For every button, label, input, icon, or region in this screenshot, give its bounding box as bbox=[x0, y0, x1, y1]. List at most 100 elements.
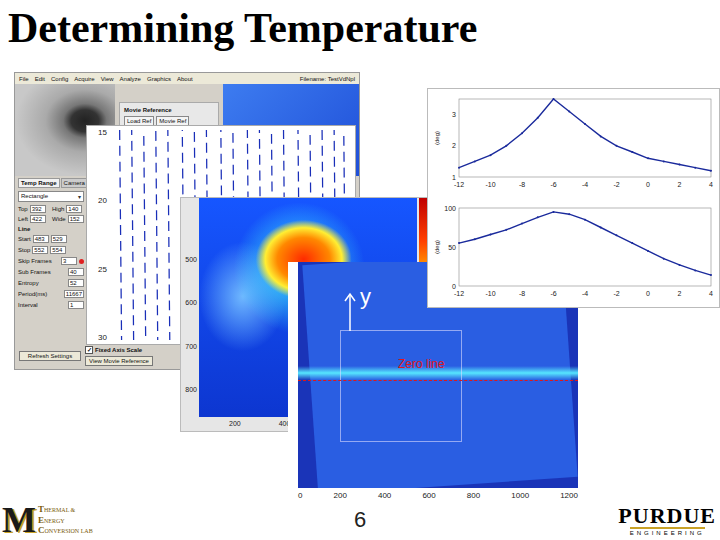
x-tick: -6 bbox=[550, 290, 556, 297]
profile-point bbox=[631, 151, 633, 153]
setting-field[interactable]: Interval1 bbox=[18, 301, 84, 309]
menu-item[interactable]: About bbox=[177, 76, 193, 82]
profile-point bbox=[599, 226, 601, 228]
menu-item[interactable]: Analyze bbox=[120, 76, 141, 82]
profile-point bbox=[536, 216, 538, 218]
profile-point bbox=[694, 269, 696, 271]
rect-field[interactable]: High140 bbox=[52, 205, 84, 213]
rect-field[interactable]: Top392 bbox=[18, 205, 50, 213]
profile-point bbox=[647, 249, 649, 251]
profile-point bbox=[662, 160, 664, 162]
profile-point bbox=[473, 238, 475, 240]
refresh-button[interactable]: Refresh Settings bbox=[19, 351, 81, 361]
x-tick: 1000 bbox=[511, 491, 529, 500]
slide: Determining Temperature File Edit Config Acq… bbox=[0, 0, 720, 540]
panel-tab[interactable]: Temp Range bbox=[18, 178, 60, 188]
y-tick: 700 bbox=[185, 343, 197, 350]
zero-line-label: Zero line bbox=[398, 358, 445, 370]
lab-logo: MTHERMAL &ENERGYCONVERSION LAB bbox=[2, 502, 93, 538]
line-field[interactable]: Start483529 bbox=[18, 235, 84, 243]
purdue-logo: PURDUEENGINEERING bbox=[618, 505, 716, 536]
x-tick: -2 bbox=[613, 290, 619, 297]
menu-item[interactable]: Graphics bbox=[147, 76, 171, 82]
menu-item[interactable]: Edit bbox=[35, 76, 45, 82]
x-tick: 2 bbox=[677, 181, 681, 188]
line-field[interactable]: Stop552554 bbox=[18, 246, 84, 254]
setting-field[interactable]: Sub Frames40 bbox=[18, 268, 84, 276]
fringe-line bbox=[168, 130, 170, 340]
setting-field[interactable]: Skip Frames3 bbox=[18, 257, 84, 265]
y-axis-label: (deg) bbox=[434, 130, 440, 144]
x-tick: 200 bbox=[334, 491, 347, 500]
profile-point bbox=[505, 144, 507, 146]
x-tick: -8 bbox=[518, 181, 524, 188]
profile-point bbox=[458, 166, 460, 168]
axis-label: y bbox=[360, 286, 371, 308]
profile-point bbox=[615, 234, 617, 236]
x-tick: 0 bbox=[298, 491, 302, 500]
menu-item[interactable]: File bbox=[19, 76, 29, 82]
fringe-line bbox=[156, 130, 158, 340]
y-tick: 3 bbox=[452, 111, 456, 118]
x-tick: -4 bbox=[581, 181, 587, 188]
slide-footer: MTHERMAL &ENERGYCONVERSION LAB 6 PURDUEENG… bbox=[0, 500, 720, 540]
profile-line bbox=[459, 211, 711, 274]
y-tick: 20 bbox=[98, 196, 107, 205]
lab-logo-text: ENERGY bbox=[38, 515, 93, 526]
menu-item[interactable]: Config bbox=[51, 76, 68, 82]
panel-tab[interactable]: Camera bbox=[61, 178, 87, 188]
profile-point bbox=[458, 242, 460, 244]
setting-field[interactable]: Period(ms)11667 bbox=[18, 290, 84, 298]
profile-point bbox=[568, 213, 570, 215]
lab-logo-text: CONVERSION LAB bbox=[38, 525, 93, 536]
view-movie-reference-button[interactable]: View Movie Reference bbox=[85, 356, 153, 366]
slide-title: Determining Temperature bbox=[0, 0, 720, 52]
fixed-axis-checkbox[interactable]: ✓Fixed Axis Scale bbox=[85, 346, 153, 354]
profile-point bbox=[568, 110, 570, 112]
y-tick: 500 bbox=[185, 256, 197, 263]
x-tick: 4 bbox=[709, 181, 713, 188]
profile-point bbox=[631, 242, 633, 244]
x-tick: 400 bbox=[378, 491, 391, 500]
profile-point bbox=[584, 218, 586, 220]
profile-point bbox=[489, 233, 491, 235]
y-tick: 25 bbox=[98, 265, 107, 274]
profile-point bbox=[694, 166, 696, 168]
menu-bar: File Edit Config Acquire View Analyze Graphics… bbox=[15, 73, 359, 84]
y-axis-label: (deg) bbox=[434, 239, 440, 253]
line-label: Line bbox=[18, 226, 84, 232]
profile-chart: (deg)100500-12-10-8-6-4-2024 bbox=[431, 200, 717, 306]
profile-point bbox=[710, 274, 712, 276]
profile-point bbox=[521, 222, 523, 224]
shape-select[interactable]: Rectangle▾ bbox=[18, 191, 84, 202]
profile-point bbox=[599, 135, 601, 137]
y-tick: 1 bbox=[452, 173, 456, 180]
y-tick: 600 bbox=[185, 299, 197, 306]
y-tick: 15 bbox=[98, 128, 107, 137]
profile-point bbox=[521, 132, 523, 134]
x-tick: -10 bbox=[485, 290, 495, 297]
roi-rectangle bbox=[340, 330, 462, 442]
menu-item[interactable]: View bbox=[101, 76, 114, 82]
profile-plots: (deg)321-12-10-8-6-4-2024(deg)100500-12-… bbox=[427, 88, 720, 308]
x-tick: 800 bbox=[467, 491, 480, 500]
x-tick: -10 bbox=[485, 181, 495, 188]
profile-line bbox=[459, 99, 711, 171]
menu-item[interactable]: Acquire bbox=[74, 76, 94, 82]
y-tick: 100 bbox=[444, 204, 456, 211]
x-tick: -12 bbox=[453, 290, 463, 297]
profile-point bbox=[552, 98, 554, 100]
profile-point bbox=[662, 257, 664, 259]
x-tick: 600 bbox=[422, 491, 435, 500]
y-tick: 800 bbox=[185, 386, 197, 393]
indicator-dot bbox=[79, 259, 84, 264]
purdue-sub: ENGINEERING bbox=[630, 527, 705, 536]
profile-point bbox=[710, 169, 712, 171]
page-number: 6 bbox=[354, 507, 366, 533]
setting-field[interactable]: Entropy52 bbox=[18, 279, 84, 287]
up-arrow-icon bbox=[343, 292, 357, 332]
movie-reference-label: Movie Reference bbox=[124, 107, 214, 113]
rect-field[interactable]: Left422 bbox=[18, 215, 50, 223]
rect-field[interactable]: Wide152 bbox=[52, 215, 84, 223]
zero-line bbox=[298, 380, 578, 381]
